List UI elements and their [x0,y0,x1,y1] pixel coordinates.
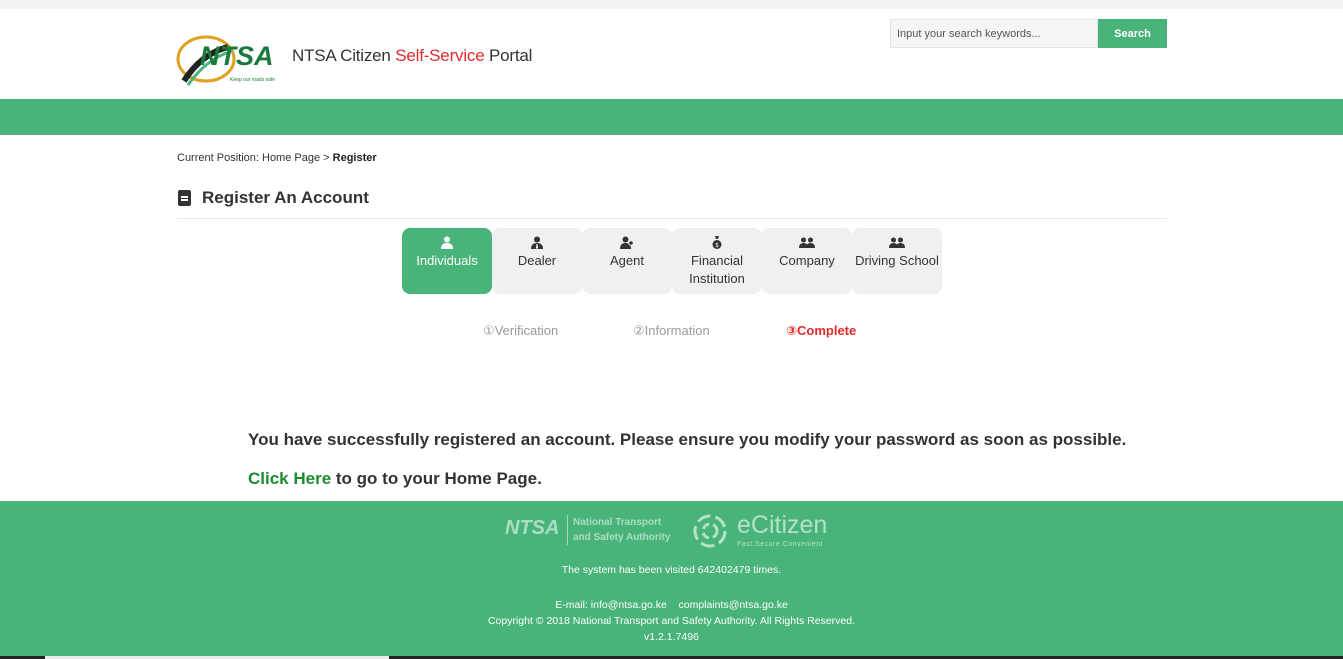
footer-ntsa-name: National Transport and Safety Authority [567,515,670,545]
tab-label: Individuals [416,253,478,268]
svg-text:NTSA: NTSA [200,41,274,71]
svg-text:$: $ [715,242,719,249]
account-type-tabs: Individuals Dealer Agent $ Financial Ins… [402,228,942,294]
complaints-email: complaints@ntsa.go.ke [678,599,788,611]
tab-label: Financial Institution [689,253,745,286]
footer-ecitizen-tagline: Fast.Secure.Convenient [737,541,824,548]
tab-label: Driving School [855,253,939,268]
copyright: Copyright © 2018 National Transport and … [487,615,856,627]
svg-text:Keep our roads safe: Keep our roads safe [230,77,275,83]
click-here-link[interactable]: Click Here [248,469,331,488]
step-complete: ③Complete [786,323,857,338]
footer-ntsa-logo: NTSA [505,517,560,539]
tab-label: Company [779,253,835,268]
footer: NTSA National Transport and Safety Autho… [0,501,1343,659]
footer-ecitizen-name: eCitizen [737,511,828,539]
portal-title: NTSA Citizen Self-Service Portal [292,46,533,65]
success-message: You have successfully registered an acco… [248,430,1127,449]
breadcrumb: Current Position: Home Page > Register [177,152,377,164]
step-verification: ①Verification [483,323,559,338]
page-title: Register An Account [202,188,369,207]
home-page-text: to go to your Home Page. [331,469,542,488]
footer-logos: NTSA National Transport and Safety Autho… [505,511,845,551]
ecitizen-logo-icon [693,514,727,548]
breadcrumb-home[interactable]: Home Page [262,152,320,164]
step-information: ②Information [633,323,710,338]
group-icon [852,236,942,252]
breadcrumb-label: Current Position: [177,152,259,164]
tab-individuals[interactable]: Individuals [402,228,492,294]
person-icon [402,236,492,252]
dealer-icon [492,236,582,252]
home-page-prompt: Click Here to go to your Home Page. [248,469,542,489]
search-box: Search [890,19,1167,48]
version: v1.2.1.7496 [644,631,699,643]
header: NTSA Keep our roads safe NTSA Citizen Se… [0,9,1343,99]
search-button[interactable]: Search [1098,19,1167,48]
money-bag-icon: $ [672,236,762,252]
tab-driving-school[interactable]: Driving School [852,228,942,294]
tab-agent[interactable]: Agent [582,228,672,294]
document-icon [178,190,191,206]
tab-dealer[interactable]: Dealer [492,228,582,294]
tab-label: Dealer [517,253,557,268]
breadcrumb-current: Register [332,152,377,164]
tab-label: Agent [610,253,644,268]
info-email: E-mail: info@ntsa.go.ke [555,599,667,611]
nav-bar [0,99,1343,135]
ntsa-logo-icon: NTSA Keep our roads safe [176,35,275,86]
top-strip [0,0,1343,9]
search-input[interactable] [890,19,1098,48]
group-icon [762,236,852,252]
registration-steps: ①Verification ②Information ③Complete [0,323,1343,339]
site-logo[interactable]: NTSA Keep our roads safe NTSA Citizen Se… [176,29,532,89]
agent-icon [582,236,672,252]
tab-company[interactable]: Company [762,228,852,294]
visit-counter: The system has been visited 642402479 ti… [561,564,782,576]
page-header: Register An Account [177,186,1167,219]
contact-emails: E-mail: info@ntsa.go.ke complaints@ntsa.… [0,599,1343,611]
breadcrumb-separator: > [323,152,330,164]
tab-financial-institution[interactable]: $ Financial Institution [672,228,762,294]
